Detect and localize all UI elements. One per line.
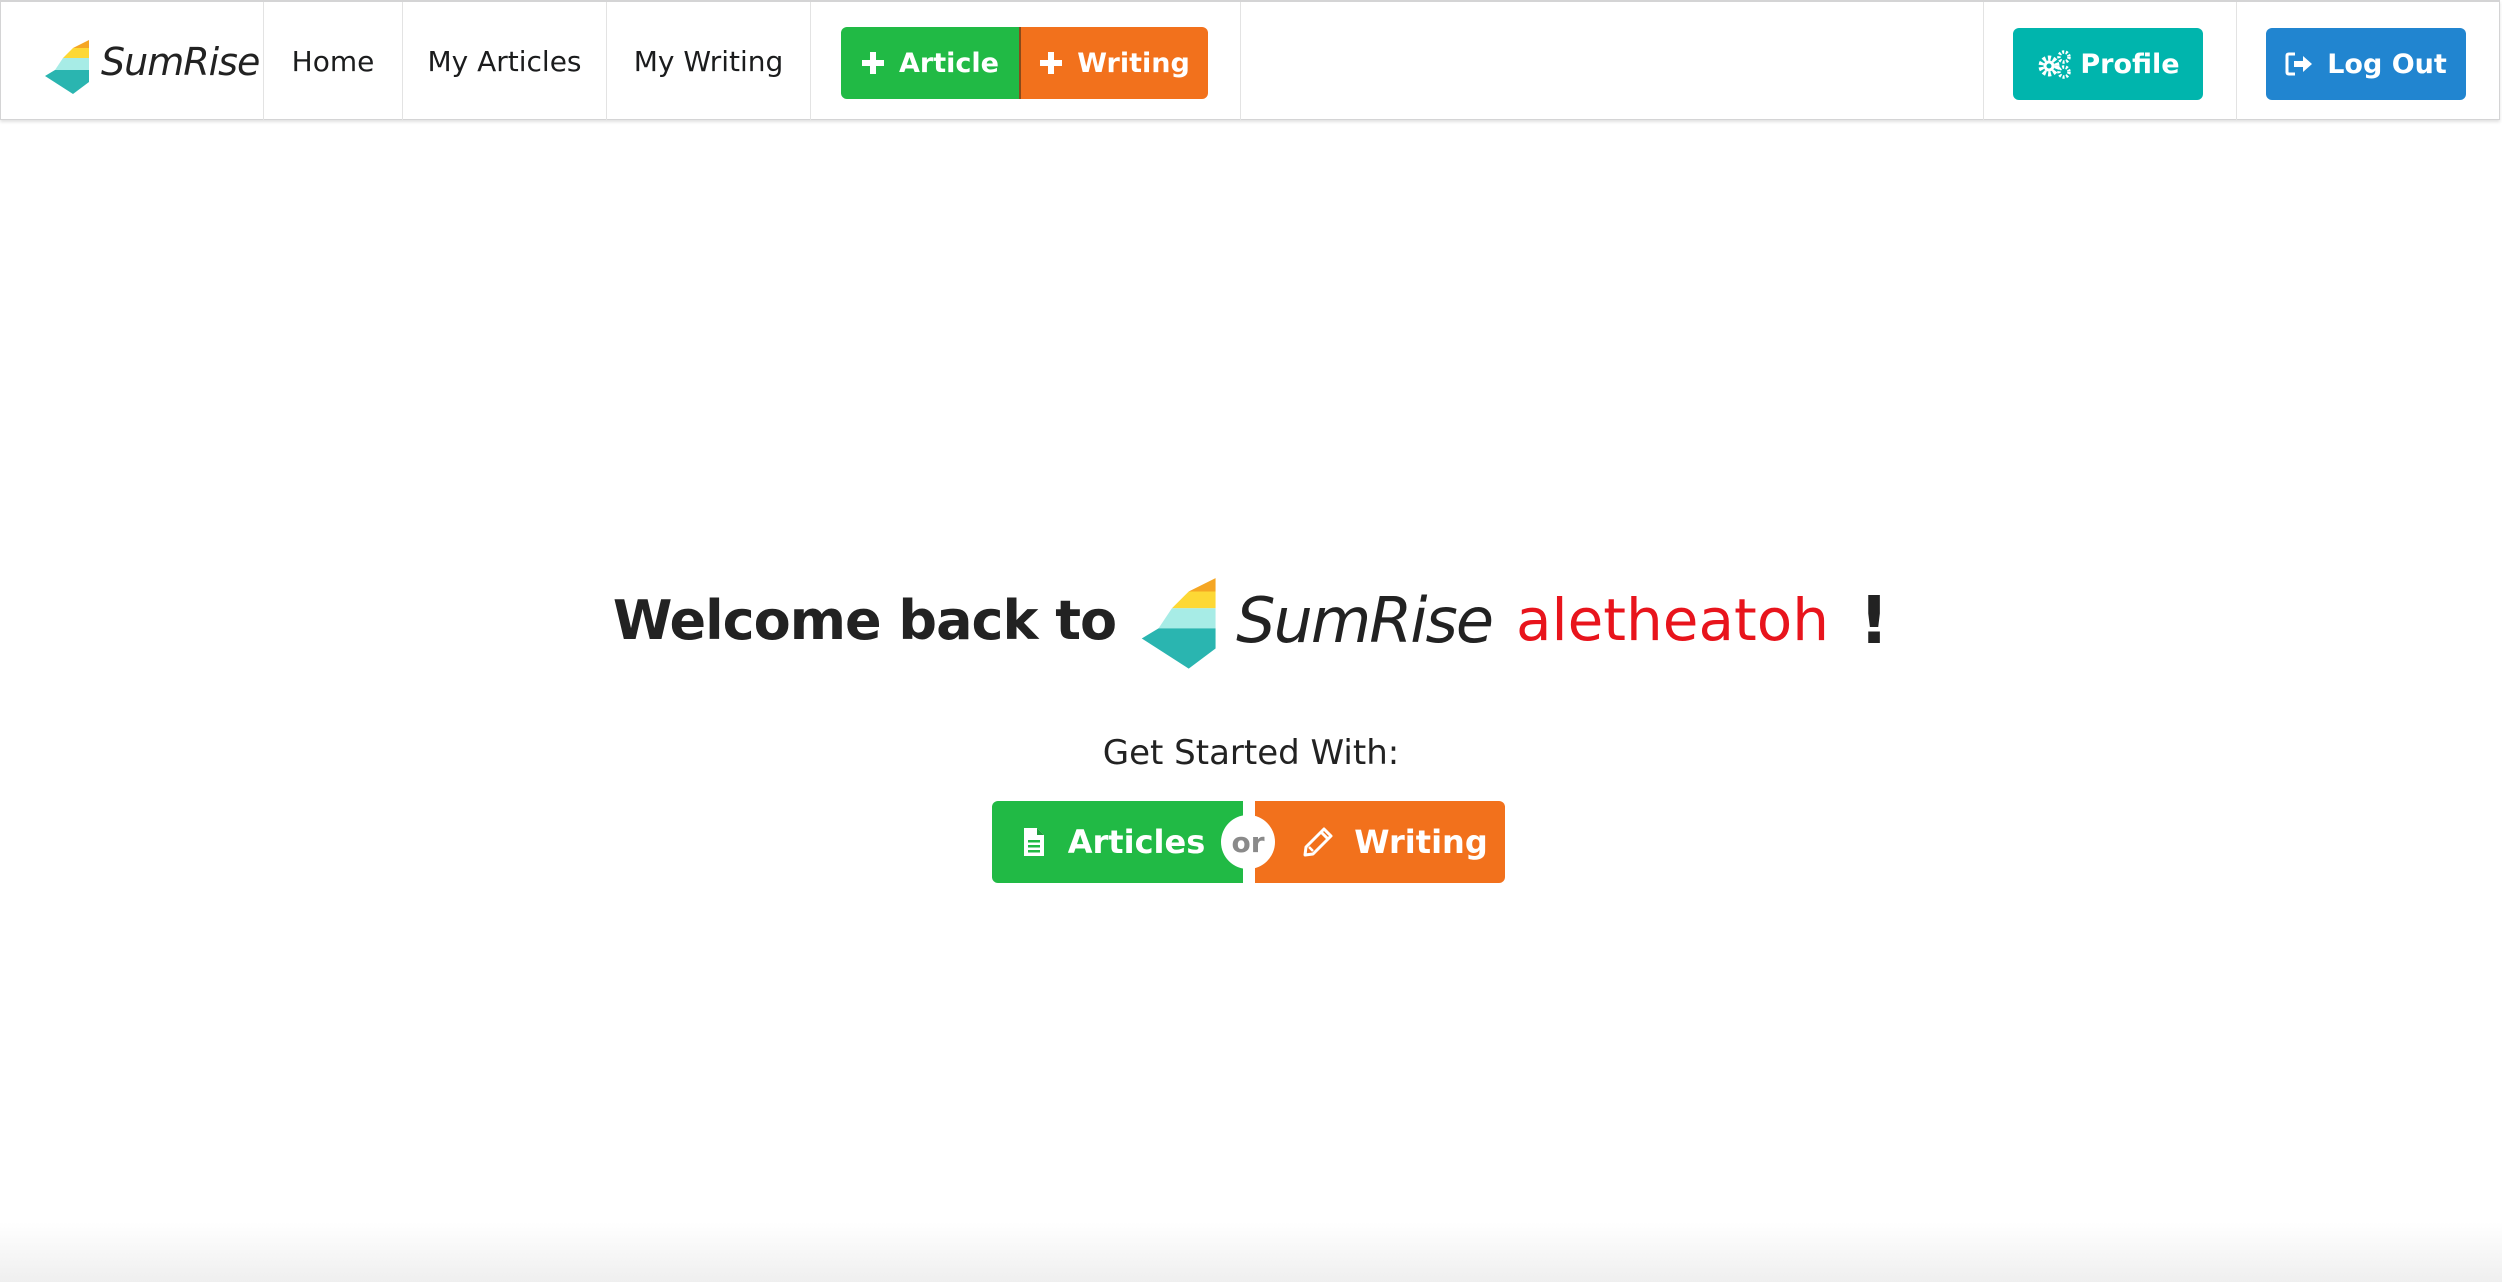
get-started-text: Get Started With: [1102, 733, 1400, 773]
logout-button[interactable]: Log Out [2266, 28, 2466, 100]
logout-label: Log Out [2327, 48, 2447, 80]
add-writing-button[interactable]: Writing [1019, 27, 1208, 99]
add-article-button[interactable]: Article [841, 27, 1019, 99]
welcome-prefix: Welcome back to [612, 588, 1117, 652]
plus-icon [861, 51, 885, 75]
pencil-icon [1302, 826, 1334, 858]
or-separator: or [1221, 815, 1275, 869]
page: SumRise Home My Articles My Writing Arti… [0, 0, 2502, 1282]
nav-my-articles-link[interactable]: My Articles [403, 2, 607, 120]
writing-button[interactable]: Writing [1255, 801, 1505, 883]
sumrise-logo-icon [1141, 578, 1216, 669]
nav-home-link[interactable]: Home [264, 2, 403, 120]
brand-logo-link[interactable]: SumRise [1, 2, 264, 120]
profile-button[interactable]: Profile [2013, 28, 2203, 100]
exclamation-mark: ! [1859, 581, 1890, 659]
articles-button[interactable]: Articles [992, 801, 1245, 883]
writing-label: Writing [1354, 823, 1488, 861]
hero-brand: SumRise [1138, 568, 1494, 672]
welcome-heading: Welcome back to SumRise aletheatoh ! [0, 560, 2502, 680]
username: aletheatoh [1515, 586, 1830, 654]
gears-icon [2036, 49, 2072, 79]
nav-my-writing-link[interactable]: My Writing [607, 2, 811, 120]
sign-out-icon [2285, 51, 2313, 77]
plus-icon [1039, 51, 1063, 75]
file-icon [1022, 827, 1046, 857]
bottom-fade [0, 1222, 2502, 1282]
articles-label: Articles [1067, 823, 1206, 861]
profile-label: Profile [2080, 48, 2180, 80]
add-writing-label: Writing [1077, 47, 1190, 79]
hero-brand-name: SumRise [1236, 583, 1494, 657]
brand-name: SumRise [101, 40, 260, 84]
sumrise-logo-icon [45, 40, 89, 94]
add-article-label: Article [899, 47, 999, 79]
